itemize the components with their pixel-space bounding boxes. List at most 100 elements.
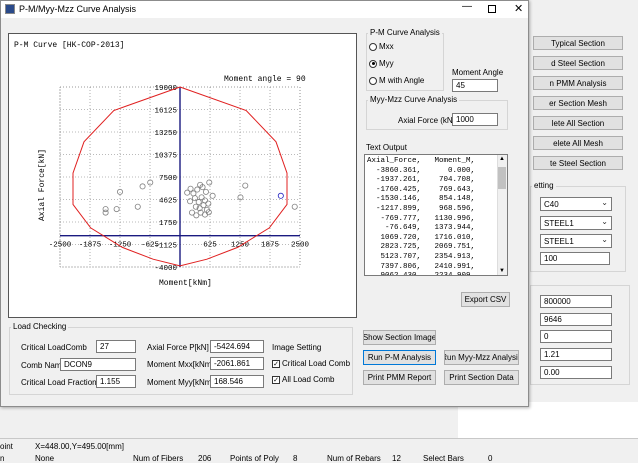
chart-series <box>72 86 298 267</box>
close-icon[interactable]: ✕ <box>514 2 523 15</box>
window-title: P-M/Myy-Mzz Curve Analysis <box>19 4 137 14</box>
property-field-1[interactable]: 800000 <box>540 295 612 308</box>
app-icon <box>5 4 15 14</box>
axial-force-p-field[interactable]: -5424.694 <box>210 340 264 353</box>
print-section-data-button[interactable]: Print Section Data <box>444 370 519 385</box>
export-csv-button[interactable]: Export CSV <box>461 292 510 307</box>
load-point <box>117 188 124 195</box>
text-output-line: 7397.806, 2410.991, <box>367 262 476 271</box>
radio-myy[interactable]: Myy <box>369 59 394 68</box>
load-point <box>187 185 194 192</box>
critical-load-fraction-field[interactable]: 1.155 <box>96 375 136 388</box>
y-tick-label: 16125 <box>154 108 177 116</box>
y-tick-label: 10375 <box>154 153 177 161</box>
setting-value-field[interactable]: 100 <box>540 252 610 265</box>
status-rebars-label: Num of Rebars <box>327 454 381 463</box>
radio-myy-indicator[interactable] <box>369 59 377 68</box>
property-field-4[interactable]: 1.21 <box>540 348 612 361</box>
critical-load-point <box>277 192 284 199</box>
generate-section-mesh-button[interactable]: er Section Mesh <box>533 96 623 110</box>
load-point <box>237 194 244 201</box>
text-output-line: 1069.720, 1716.010, <box>367 233 476 242</box>
concrete-grade-select[interactable]: C40 ⌄ <box>540 197 612 211</box>
radio-m-with-angle[interactable]: M with Angle <box>369 76 424 85</box>
show-section-image-button[interactable]: Show Section Image <box>363 330 436 345</box>
radio-angle-indicator[interactable] <box>369 76 377 85</box>
radio-mxx[interactable]: Mxx <box>369 42 394 51</box>
radio-mxx-label: Mxx <box>379 42 394 51</box>
x-tick-label: -1875 <box>79 242 102 250</box>
moment-mxx-field[interactable]: -2061.861 <box>210 357 264 370</box>
property-field-2[interactable]: 9646 <box>540 313 612 326</box>
load-point <box>206 179 213 186</box>
y-tick-label: 7500 <box>159 175 178 183</box>
pm-curve-analysis-label: P-M Curve Analysis <box>368 28 442 37</box>
axial-force-field[interactable]: 1000 <box>452 113 498 126</box>
scroll-up-icon[interactable]: ▲ <box>499 156 505 162</box>
run-pmm-analysis-button[interactable]: n PMM Analysis <box>533 76 623 90</box>
delete-all-section-button[interactable]: lete All Section <box>533 116 623 130</box>
load-point <box>198 194 205 201</box>
x-tick-label: -2500 <box>49 242 72 250</box>
run-pm-analysis-button[interactable]: Run P-M Analysis <box>363 350 436 365</box>
all-load-comb-checkbox[interactable]: ✓ All Load Comb <box>272 375 334 384</box>
moment-myy-field[interactable]: 168.546 <box>210 375 264 388</box>
moment-angle-annotation: Moment angle = 90 <box>224 75 306 84</box>
property-field-3[interactable]: 0 <box>540 330 612 343</box>
concrete-grade-value: C40 <box>544 200 559 209</box>
radio-angle-label: M with Angle <box>379 76 425 85</box>
status-select-bars-value: 0 <box>488 454 493 463</box>
text-output-box[interactable]: Axial_Force, Moment_M, -3860.361, 0.000,… <box>364 154 508 276</box>
status-poly-value: 8 <box>293 454 298 463</box>
chart-tick-labels: -2500 -1875 -1250 -625 625 1250 1875 2500190001… <box>49 85 310 273</box>
typical-section-button[interactable]: Typical Section <box>533 36 623 50</box>
critical-load-comb-checkbox[interactable]: ✓ Critical Load Comb <box>272 359 350 368</box>
text-output-line: 5123.707, 2354.913, <box>367 252 476 261</box>
x-axis-label: Moment[kNm] <box>159 279 212 288</box>
moment-myy-label: Moment Myy[kNm] <box>147 378 214 387</box>
critical-load-comb-field[interactable]: 27 <box>96 340 136 353</box>
print-pmm-report-button[interactable]: Print PMM Report <box>363 370 436 385</box>
chevron-down-icon: ⌄ <box>601 217 608 226</box>
load-point <box>195 199 202 206</box>
axial-force-label: Axial Force (kN) <box>398 116 456 125</box>
add-steel-section-button[interactable]: d Steel Section <box>533 56 623 70</box>
run-myy-mzz-analysis-button[interactable]: Run Myy-Mzz Analysis <box>444 350 519 365</box>
background-app-white-column <box>458 402 638 438</box>
maximize-icon[interactable] <box>488 5 496 13</box>
load-point <box>202 188 209 195</box>
delete-steel-section-button[interactable]: te Steel Section <box>533 156 623 170</box>
radio-mxx-indicator[interactable] <box>369 42 377 51</box>
myy-mzz-analysis-label: Myy-Mzz Curve Analysis <box>368 95 460 104</box>
y-axis-label: Axial Force[kN] <box>38 149 47 221</box>
critical-load-comb-label: Critical LoadComb <box>21 343 87 352</box>
load-point <box>200 202 207 209</box>
critical-load-fraction-label: Critical Load Fraction <box>21 378 97 387</box>
steel-grade-value: STEEL1 <box>544 219 574 228</box>
checkbox-all-indicator[interactable]: ✓ <box>272 375 280 384</box>
y-tick-label: -1125 <box>154 243 177 251</box>
comb-name-field[interactable]: DCON9 <box>60 358 136 371</box>
load-point <box>242 182 249 189</box>
rebar-grade-select[interactable]: STEEL1 ⌄ <box>540 234 612 248</box>
text-output-line: -76.649, 1373.944, <box>367 224 476 233</box>
image-setting-label: Image Setting <box>272 343 322 352</box>
property-field-5[interactable]: 0.00 <box>540 366 612 379</box>
minimize-icon[interactable]: — <box>462 1 472 12</box>
text-output-line: -3860.361, 0.000, <box>367 166 476 175</box>
text-output-line: 2823.725, 2069.751, <box>367 243 476 252</box>
delete-all-mesh-button[interactable]: elete All Mesh <box>533 136 623 150</box>
y-tick-label: 1750 <box>159 220 178 228</box>
setting-group-label: etting <box>532 181 556 190</box>
status-poly-label: Points of Poly <box>230 454 279 463</box>
load-point <box>134 203 141 210</box>
scrollbar-thumb[interactable] <box>498 167 506 189</box>
text-output-line: -1217.899, 968.596, <box>367 204 476 213</box>
checkbox-critical-indicator[interactable]: ✓ <box>272 359 280 368</box>
steel-grade-select[interactable]: STEEL1 ⌄ <box>540 216 612 230</box>
y-tick-label: 4625 <box>159 198 178 206</box>
rebar-grade-value: STEEL1 <box>544 237 574 246</box>
moment-angle-field[interactable]: 45 <box>452 79 498 92</box>
scroll-down-icon[interactable]: ▼ <box>499 268 505 274</box>
status-selection: None <box>35 454 55 463</box>
